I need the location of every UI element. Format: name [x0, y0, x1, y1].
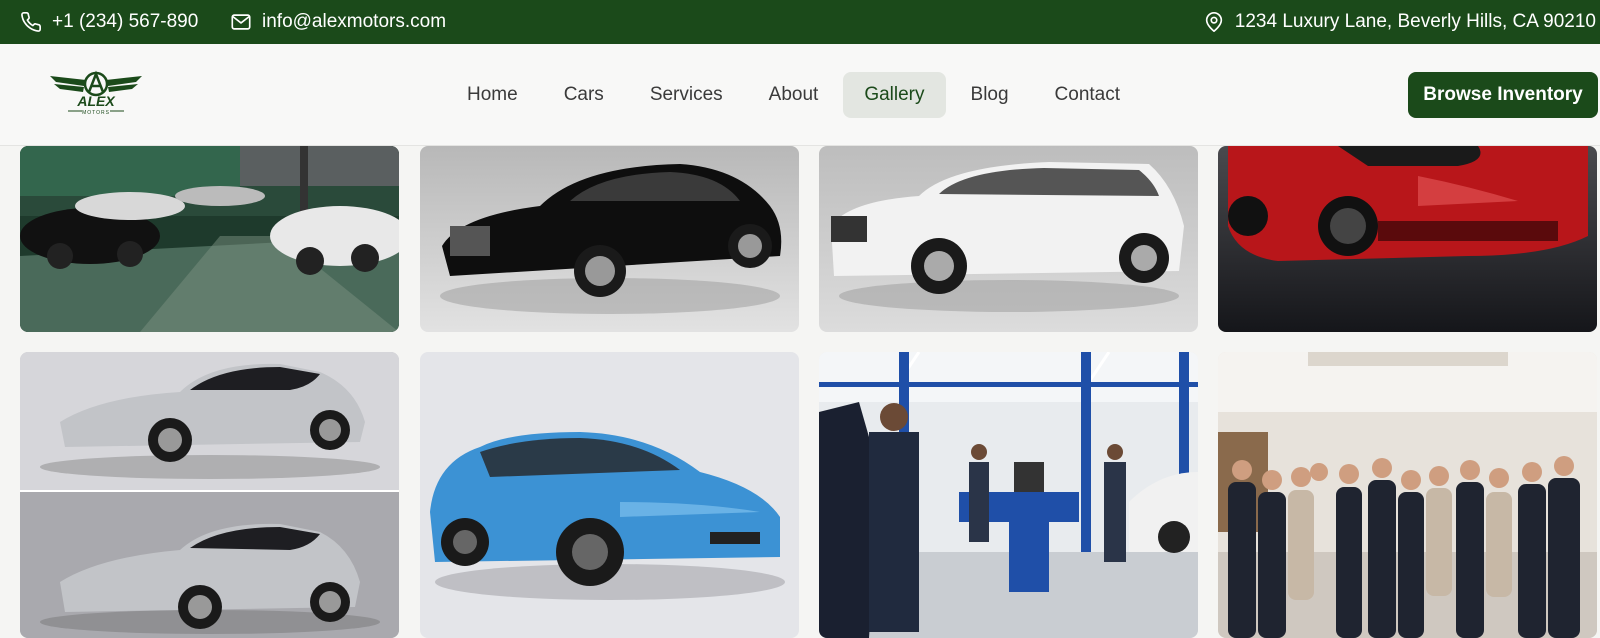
nav-about[interactable]: About: [748, 72, 840, 118]
gallery-image-black-sedan[interactable]: [420, 146, 799, 332]
photo-gallery: [0, 146, 1600, 638]
email-contact[interactable]: info@alexmotors.com: [230, 11, 446, 33]
email-address: info@alexmotors.com: [262, 11, 447, 32]
gallery-image-red-sports-car[interactable]: [1218, 146, 1597, 332]
primary-nav: Home Cars Services About Gallery Blog Co…: [446, 72, 1145, 118]
gallery-image-showroom[interactable]: [20, 146, 399, 332]
gallery-image-white-suv[interactable]: [819, 146, 1198, 332]
nav-blog[interactable]: Blog: [950, 72, 1030, 118]
nav-cars[interactable]: Cars: [543, 72, 625, 118]
gallery-image-staff-team[interactable]: [1218, 352, 1597, 638]
svg-text:ALEX: ALEX: [76, 93, 116, 109]
map-pin-icon: [1203, 11, 1225, 33]
top-contact-bar: +1 (234) 567-890 info@alexmotors.com 123…: [0, 0, 1600, 44]
nav-home[interactable]: Home: [446, 72, 539, 118]
nav-services[interactable]: Services: [629, 72, 744, 118]
gallery-image-silver-convertible[interactable]: [20, 352, 399, 638]
main-navbar: ALEX MOTORS Home Cars Services About Gal…: [0, 44, 1600, 146]
address-text: 1234 Luxury Lane, Beverly Hills, CA 9021…: [1234, 11, 1596, 32]
gallery-image-blue-electric-car[interactable]: [420, 352, 799, 638]
nav-contact[interactable]: Contact: [1034, 72, 1141, 118]
svg-text:MOTORS: MOTORS: [82, 110, 110, 116]
address-contact: 1234 Luxury Lane, Beverly Hills, CA 9021…: [1203, 11, 1596, 33]
nav-gallery[interactable]: Gallery: [843, 72, 946, 118]
browse-inventory-button[interactable]: Browse Inventory: [1408, 72, 1598, 118]
phone-icon: [20, 11, 42, 33]
mail-icon: [230, 11, 252, 33]
gallery-image-service-workshop[interactable]: [819, 352, 1198, 638]
phone-number: +1 (234) 567-890: [52, 11, 199, 32]
phone-contact[interactable]: +1 (234) 567-890: [20, 11, 198, 33]
alex-motors-logo[interactable]: ALEX MOTORS: [48, 68, 144, 120]
